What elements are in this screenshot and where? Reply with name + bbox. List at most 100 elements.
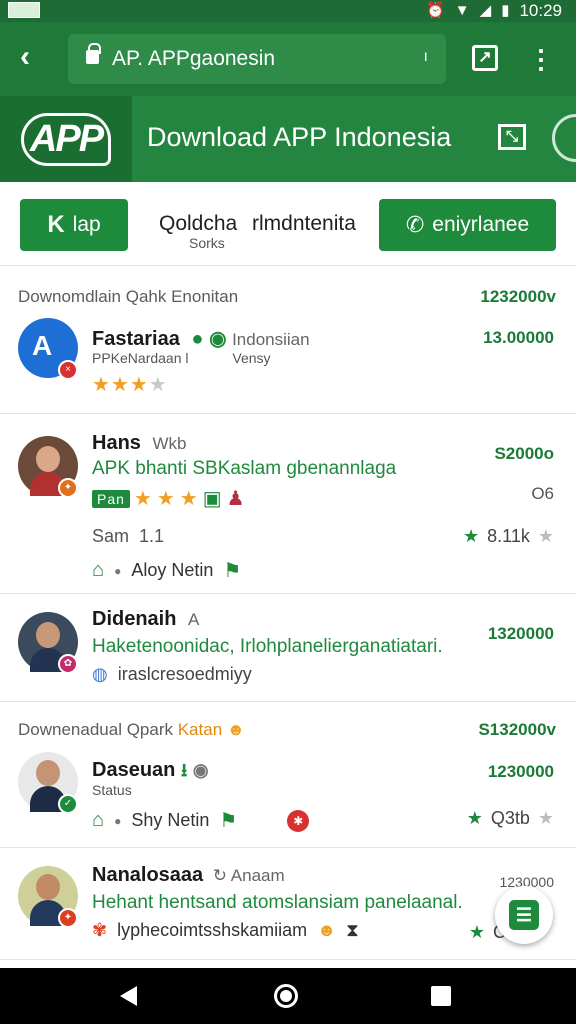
item-name-text: Daseuan: [92, 759, 176, 781]
check-icon: ◉: [209, 328, 227, 350]
list-item[interactable]: ✦ Nanalosaaa ↻ Anaam Hehant hentsand ato…: [0, 848, 576, 960]
list-item[interactable]: ✓ Daseuan ⭳ ◉ Status ⌂ ● Shy Netin ⚑ ✱ 1…: [0, 746, 576, 848]
download-icon: ⭳: [180, 760, 188, 780]
favorite-icon[interactable]: ★: [538, 808, 554, 829]
profile-circle[interactable]: [552, 114, 576, 162]
item-name: Fastariaa ● ◉ Indonsiian: [92, 326, 310, 351]
face-shape: [36, 622, 60, 648]
star-icon: ★: [156, 488, 176, 510]
phone-icon: ✆: [405, 212, 425, 237]
list-icon: ☰: [509, 900, 539, 930]
badge-icon: ✦: [58, 478, 78, 498]
nav-home-icon[interactable]: [274, 984, 298, 1008]
face-shape: [36, 874, 60, 900]
page-title: Download APP Indonesia: [147, 122, 452, 152]
item-price: 1230000: [487, 762, 554, 781]
item-description: APK bhanti SBKaslam gbenannlaga: [92, 458, 397, 479]
mic-icon[interactable]: ı: [424, 48, 428, 66]
badge-icon: ✦: [58, 908, 78, 928]
mid-subtitle: Sorks: [189, 235, 225, 251]
url-text: AP. APPgaonesin: [112, 47, 276, 70]
item-pill: Pan: [92, 489, 130, 508]
section-label: Downomdlain Qahk Enonitan: [18, 287, 239, 306]
call-button-label: eniyrlanee: [432, 213, 530, 236]
home-icon[interactable]: ⌂: [92, 559, 104, 582]
badge-icon: ×: [58, 360, 78, 380]
alarm-icon: ⏰: [426, 2, 445, 19]
favorite-icon[interactable]: ★: [538, 526, 554, 547]
rating-value: Q3tb: [490, 808, 530, 828]
count-value: 1.1: [139, 526, 165, 546]
flag-icon[interactable]: ⚑: [223, 558, 241, 583]
meta-text: Shy Netin: [131, 810, 210, 830]
refresh-icon: ↻: [212, 866, 227, 885]
item-name: Didenaih A: [92, 608, 199, 631]
list-item[interactable]: ✦ Hans Wkb APK bhanti SBKaslam gbenannla…: [0, 414, 576, 594]
section-header: Downomdlain Qahk Enonitan 1232000v: [0, 277, 576, 315]
item-price: S2000o: [494, 444, 554, 463]
floating-action-button[interactable]: ☰: [495, 886, 553, 944]
star-icon: ★: [463, 526, 480, 546]
item-price: 13.00000: [483, 328, 554, 347]
star-icon: ★: [133, 488, 153, 510]
item-sub-text: iraslcresoedmiyy: [117, 664, 252, 684]
meta-text: Aloy Netin: [131, 560, 214, 580]
status-time: 10:29: [519, 1, 562, 20]
system-nav-bar: [0, 968, 576, 1024]
left-action-button[interactable]: K lap: [20, 199, 128, 251]
logo[interactable]: APP: [0, 96, 132, 182]
item-description: Hehant hentsand atomslansiam panelaanal.: [92, 892, 463, 913]
item-sub: ◍ iraslcresoedmiyy: [92, 664, 252, 685]
back-arrow-icon[interactable]: ‹: [20, 42, 50, 76]
item-name-text: Didenaih: [92, 608, 177, 630]
share-icon[interactable]: ↗: [472, 45, 498, 71]
url-bar[interactable]: AP. APPgaonesin ı: [68, 34, 446, 84]
star-icon: ★: [466, 808, 483, 828]
badge-icon: ✿: [58, 654, 78, 674]
list-item[interactable]: ✿ Didenaih A Haketenoonidac, Irlohplanel…: [0, 594, 576, 702]
count-line: Sam 1.1: [92, 526, 164, 547]
logo-text: APP: [20, 112, 112, 166]
notification-icon: [8, 2, 40, 18]
home-icon[interactable]: ⌂: [92, 809, 104, 832]
info-icon: ◉: [192, 760, 209, 780]
section-label-accent: Katan: [177, 720, 223, 739]
emoji-icon: ☻: [317, 920, 337, 940]
item-sub-text-2: Vensy: [232, 350, 271, 366]
star-rating: Pan ★ ★ ★ ▣ ♟: [92, 486, 246, 511]
call-button[interactable]: ✆ eniyrlanee: [379, 199, 556, 251]
avatar: ✓: [18, 752, 78, 814]
item-sub-text: lyphecoimtsshskamiiam: [117, 920, 308, 940]
verified-icon: ●: [191, 328, 204, 350]
star-icon: ★: [129, 374, 149, 396]
app-header: APP Download APP Indonesia ⤡: [0, 96, 576, 182]
item-sub: Status: [92, 782, 132, 798]
rating-value: 8.11k: [487, 526, 530, 546]
hourglass-icon: ⧗: [346, 920, 359, 940]
item-sub: PPKeNardaan l Vensy: [92, 350, 271, 366]
section-value: S132000v: [478, 720, 556, 739]
item-sub-text: PPKeNardaan l: [92, 350, 189, 366]
status-bar: ⏰ ▼ ◢ ▮ 10:29: [0, 0, 576, 22]
star-rating: ★★★★: [92, 372, 168, 397]
nav-back-icon[interactable]: [120, 986, 137, 1006]
item-tag: A: [188, 610, 200, 629]
app-glyph-icon: A: [32, 330, 53, 361]
flower-icon: ✾: [92, 920, 108, 940]
star-icon: ★: [148, 374, 168, 396]
section-value: 1232000v: [480, 287, 556, 306]
avatar: ✦: [18, 866, 78, 928]
flag-icon[interactable]: ⚑: [219, 808, 237, 833]
dot-separator: ●: [114, 563, 122, 578]
list-item[interactable]: A × Fastariaa ● ◉ Indonsiian PPKeNardaan…: [0, 312, 576, 414]
more-menu-icon[interactable]: ⋮: [528, 42, 554, 76]
avatar: ✿: [18, 612, 78, 674]
nav-recents-icon[interactable]: [431, 986, 451, 1006]
emoji-icon: ☻: [226, 720, 245, 739]
tag-icon: ▣: [202, 488, 223, 510]
alert-icon[interactable]: ✱: [287, 809, 310, 832]
browser-toolbar: ‹ AP. APPgaonesin ı ↗ ⋮: [0, 22, 576, 96]
expand-icon[interactable]: ⤡: [498, 124, 526, 150]
mid-title: Qoldcha: [159, 212, 238, 235]
item-name-text: Hans: [92, 432, 141, 454]
